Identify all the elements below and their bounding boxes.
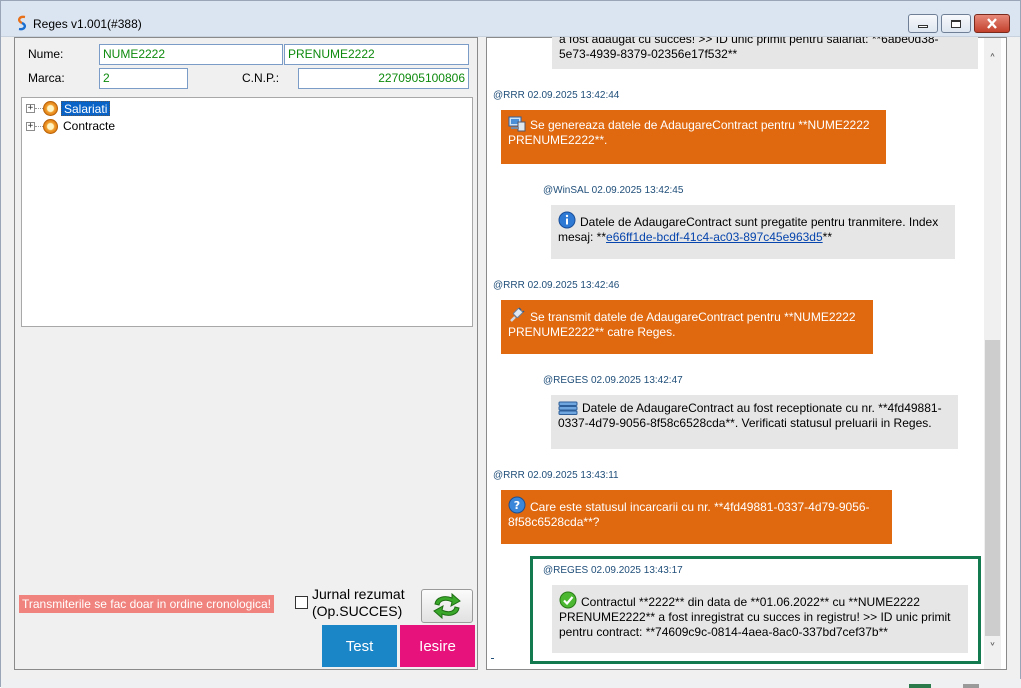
tree-connector bbox=[35, 107, 43, 109]
folder-node-icon bbox=[43, 118, 58, 134]
minimize-icon bbox=[918, 25, 928, 28]
app-logo-icon bbox=[17, 15, 27, 31]
log-meta: @RRR 02.09.2025 13:43:11 bbox=[493, 470, 619, 481]
window-title: Reges v1.001(#388) bbox=[33, 17, 142, 31]
prenume-field[interactable]: PRENUME2222 bbox=[284, 44, 469, 65]
log-text-line: Care este statusul incarcarii cu nr. **4… bbox=[530, 500, 870, 514]
tree-item-salariati[interactable]: + Salariati bbox=[26, 99, 111, 117]
svg-text:?: ? bbox=[514, 499, 520, 512]
nume-label: Nume: bbox=[28, 47, 64, 61]
server-icon bbox=[558, 401, 578, 415]
minimize-button[interactable] bbox=[908, 14, 938, 33]
cnp-label: C.N.P.: bbox=[242, 71, 280, 85]
scroll-up-icon[interactable]: ˄ bbox=[984, 52, 1001, 69]
journal-summary-line2: (Op.SUCCES) bbox=[312, 603, 403, 619]
refresh-button[interactable] bbox=[421, 589, 473, 623]
exit-button[interactable]: Iesire bbox=[400, 625, 475, 667]
log-text-line: a fost adaugat cu succes! >> ID unic pri… bbox=[559, 37, 939, 46]
test-button[interactable]: Test bbox=[322, 625, 397, 667]
log-text-line: PRENUME2222**. bbox=[508, 133, 608, 147]
log-scrollbar[interactable]: ˄ ˅ bbox=[984, 38, 1001, 669]
log-bubble-reply: Datele de AdaugareContract sunt pregatit… bbox=[551, 205, 955, 259]
folder-node-icon bbox=[43, 100, 58, 116]
log-meta: @RRR 02.09.2025 13:42:46 bbox=[493, 280, 620, 291]
app-window: Reges v1.001(#388) Nume: NUME2222 PRENUM… bbox=[0, 0, 1021, 688]
cnp-field[interactable]: 2270905100806 bbox=[298, 68, 469, 89]
log-text-line: PRENUME2222** a fost inregistrat cu succ… bbox=[559, 610, 951, 624]
log-text-line: 5e73-4939-8379-02356e17f532** bbox=[559, 47, 738, 61]
scroll-thumb[interactable] bbox=[985, 340, 1000, 636]
navigation-tree[interactable]: + Salariati + Contracte bbox=[21, 97, 473, 327]
tree-connector bbox=[35, 125, 43, 127]
plug-icon bbox=[510, 307, 525, 322]
journal-summary-label[interactable]: Jurnal rezumat (Op.SUCCES) bbox=[312, 586, 405, 620]
log-text-line: Se genereaza datele de AdaugareContract … bbox=[530, 118, 870, 132]
marca-label: Marca: bbox=[28, 71, 65, 85]
tree-item-label: Contracte bbox=[63, 118, 116, 133]
log-bubble-rrr: Se genereaza datele de AdaugareContract … bbox=[501, 110, 886, 164]
log-bubble-reply-success: Contractul **2222** din data de **01.06.… bbox=[552, 585, 968, 653]
log-meta: @RRR 02.09.2025 13:42:44 bbox=[493, 90, 620, 101]
maximize-button[interactable] bbox=[941, 14, 971, 33]
tree-item-contracte[interactable]: + Contracte bbox=[26, 117, 117, 135]
journal-summary-line1: Jurnal rezumat bbox=[312, 586, 405, 602]
log-meta: @REGES 02.09.2025 13:43:17 bbox=[543, 565, 683, 576]
marca-field[interactable]: 2 bbox=[99, 68, 188, 89]
close-icon bbox=[987, 18, 997, 29]
log-bubble-rrr: ? Care este statusul incarcarii cu nr. *… bbox=[501, 490, 892, 544]
log-text-line: Contractul **2222** din data de **01.06.… bbox=[581, 595, 920, 609]
taskbar-fragment bbox=[963, 684, 979, 688]
employee-panel: Nume: NUME2222 PRENUME2222 Marca: 2 C.N.… bbox=[14, 37, 478, 670]
log-text-line: Datele de AdaugareContract sunt pregatit… bbox=[580, 215, 939, 229]
log-cursor-mark bbox=[491, 658, 494, 659]
title-bar[interactable]: Reges v1.001(#388) bbox=[1, 1, 1020, 37]
log-text-line: 8f58c6528cda**? bbox=[508, 515, 600, 529]
log-bubble-partial: a fost adaugat cu succes! >> ID unic pri… bbox=[552, 37, 978, 69]
log-meta: @REGES 02.09.2025 13:42:47 bbox=[543, 375, 683, 386]
log-text-line: Se transmit datele de AdaugareContract p… bbox=[530, 310, 856, 324]
log-text-line: 0337-4d79-9056-8f58c6528cda**. Verificat… bbox=[558, 416, 932, 430]
journal-summary-checkbox[interactable] bbox=[295, 596, 308, 609]
maximize-icon bbox=[951, 19, 961, 28]
success-check-icon bbox=[559, 591, 577, 609]
log-text-line: Datele de AdaugareContract au fost recep… bbox=[582, 401, 942, 415]
log-text-line: PRENUME2222** catre Reges. bbox=[508, 325, 676, 339]
expand-icon[interactable]: + bbox=[26, 121, 35, 131]
log-bubble-rrr: Se transmit datele de AdaugareContract p… bbox=[501, 300, 873, 354]
question-icon: ? bbox=[508, 496, 526, 514]
log-text-line: pentru contract: **74609c9c-0814-4aea-8a… bbox=[559, 625, 888, 639]
taskbar-fragment bbox=[909, 684, 931, 688]
tree-item-label: Salariati bbox=[61, 100, 111, 116]
scroll-down-icon[interactable]: ˅ bbox=[984, 641, 1001, 658]
close-button[interactable] bbox=[974, 14, 1010, 33]
info-icon bbox=[558, 211, 576, 229]
log-meta: @WinSAL 02.09.2025 13:42:45 bbox=[543, 185, 684, 196]
expand-icon[interactable]: + bbox=[26, 103, 35, 113]
nume-field[interactable]: NUME2222 bbox=[99, 44, 283, 65]
log-text-fragment: ** bbox=[822, 230, 832, 244]
chronological-warning: Transmiterile se fac doar in ordine cron… bbox=[19, 595, 275, 613]
message-index-link[interactable]: e66ff1de-bcdf-41c4-ac03-897c45e963d5 bbox=[606, 230, 823, 244]
log-text-fragment: mesaj: ** bbox=[558, 230, 607, 244]
refresh-icon bbox=[433, 592, 461, 620]
log-bubble-reply: Datele de AdaugareContract au fost recep… bbox=[551, 395, 958, 449]
computer-icon bbox=[508, 116, 526, 132]
